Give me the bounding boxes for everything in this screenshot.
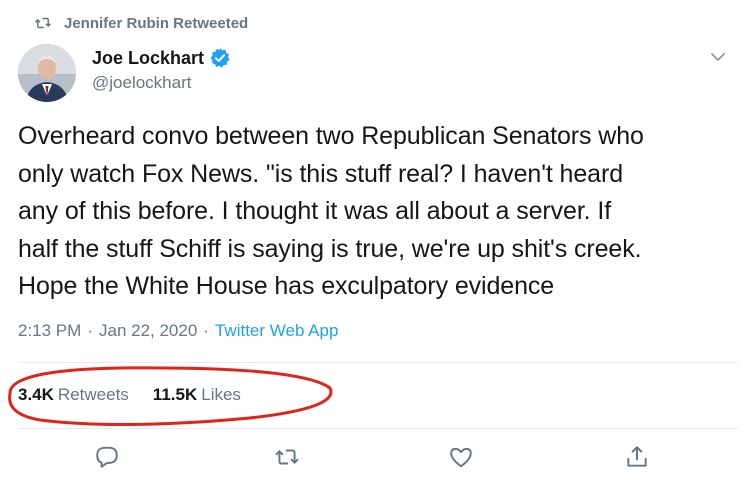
reply-button[interactable] bbox=[92, 442, 122, 472]
avatar-photo bbox=[18, 44, 76, 102]
tweet-meta: 2:13 PM · Jan 22, 2020 · Twitter Web App bbox=[18, 318, 338, 344]
action-bar bbox=[0, 438, 750, 478]
likes-label: Likes bbox=[201, 385, 241, 404]
meta-separator: · bbox=[203, 321, 209, 340]
retweets-stat[interactable]: 3.4K Retweets bbox=[18, 385, 129, 405]
like-icon bbox=[450, 447, 472, 468]
engagement-stats: 3.4K Retweets 11.5K Likes bbox=[18, 382, 265, 408]
retweet-context[interactable]: Jennifer Rubin Retweeted bbox=[34, 12, 249, 34]
retweet-context-text: Jennifer Rubin Retweeted bbox=[64, 14, 249, 32]
tweet-source-link[interactable]: Twitter Web App bbox=[215, 321, 338, 341]
retweet-button[interactable] bbox=[272, 442, 302, 472]
author-name[interactable]: Joe Lockhart bbox=[92, 48, 204, 69]
share-button[interactable] bbox=[622, 442, 652, 472]
likes-stat[interactable]: 11.5K Likes bbox=[153, 385, 241, 405]
divider bbox=[18, 362, 738, 363]
tweet-date[interactable]: Jan 22, 2020 bbox=[99, 321, 197, 341]
author-block[interactable]: Joe Lockhart @joelockhart bbox=[92, 46, 231, 93]
verified-badge-icon bbox=[210, 48, 230, 68]
tweet-time[interactable]: 2:13 PM bbox=[18, 321, 81, 341]
likes-count: 11.5K bbox=[152, 385, 198, 404]
divider bbox=[18, 428, 738, 429]
share-icon bbox=[627, 446, 647, 467]
meta-separator: · bbox=[87, 321, 93, 340]
chevron-down-icon[interactable] bbox=[707, 46, 729, 68]
tweet-text: Overheard convo between two Republican S… bbox=[18, 122, 644, 300]
retweets-label: Retweets bbox=[57, 385, 129, 404]
reply-icon bbox=[96, 446, 118, 468]
retweet-icon bbox=[275, 449, 299, 465]
avatar[interactable] bbox=[18, 44, 76, 102]
retweet-small-icon bbox=[34, 17, 52, 29]
retweets-count: 3.4K bbox=[18, 385, 54, 404]
like-button[interactable] bbox=[446, 442, 476, 472]
author-handle[interactable]: @joelockhart bbox=[92, 73, 231, 93]
